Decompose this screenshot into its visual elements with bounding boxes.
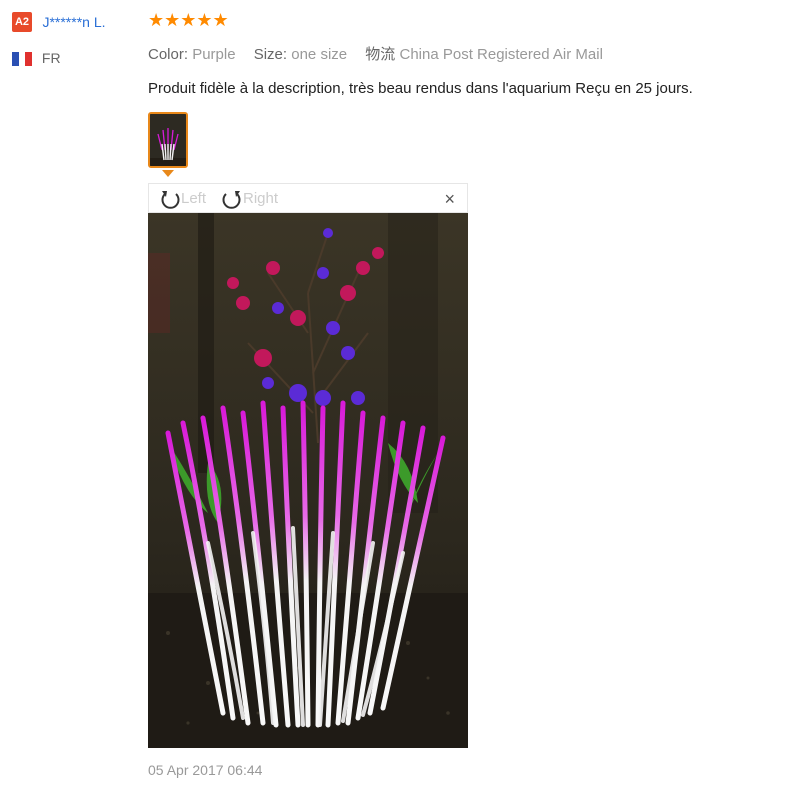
france-flag-icon: [12, 52, 32, 67]
thumbnail-selected-arrow-icon: [162, 170, 174, 177]
size-value: one size: [291, 46, 348, 63]
rotate-left-icon: [161, 191, 180, 209]
reviewer-name[interactable]: J******n L.: [42, 14, 105, 30]
rotate-left-button[interactable]: Left: [159, 188, 206, 210]
country-row: FR: [12, 50, 132, 67]
reviewer-info: A2 J******n L. FR: [12, 12, 132, 67]
star-rating: ★★★★★: [148, 10, 229, 30]
rotate-right-button[interactable]: Right: [221, 188, 278, 210]
rotate-left-label: Left: [181, 189, 207, 207]
review-date: 05 Apr 2017 06:44: [148, 762, 263, 778]
color-value: Purple: [192, 46, 236, 63]
close-viewer-button[interactable]: ×: [444, 189, 455, 210]
image-viewer-toolbar: Left Right ×: [148, 183, 468, 213]
shipping-label: 物流: [365, 46, 396, 63]
review-text: Produit fidèle à la description, très be…: [148, 80, 693, 97]
color-label: Color:: [148, 46, 189, 63]
review-content: ★★★★★ Color: Purple Size: one size 物流 Ch…: [148, 10, 788, 97]
country-code: FR: [41, 50, 61, 66]
size-label: Size:: [253, 46, 288, 63]
photo-thumbnail[interactable]: [148, 112, 188, 168]
shipping-value: China Post Registered Air Mail: [399, 46, 603, 63]
rotate-right-icon: [222, 191, 241, 209]
review-photo: [148, 213, 468, 748]
avatar: A2: [12, 12, 32, 32]
review-meta: Color: Purple Size: one size 物流 China Po…: [148, 43, 788, 64]
photo-thumbnail-wrap: [148, 112, 188, 177]
rotate-right-label: Right: [243, 189, 279, 207]
